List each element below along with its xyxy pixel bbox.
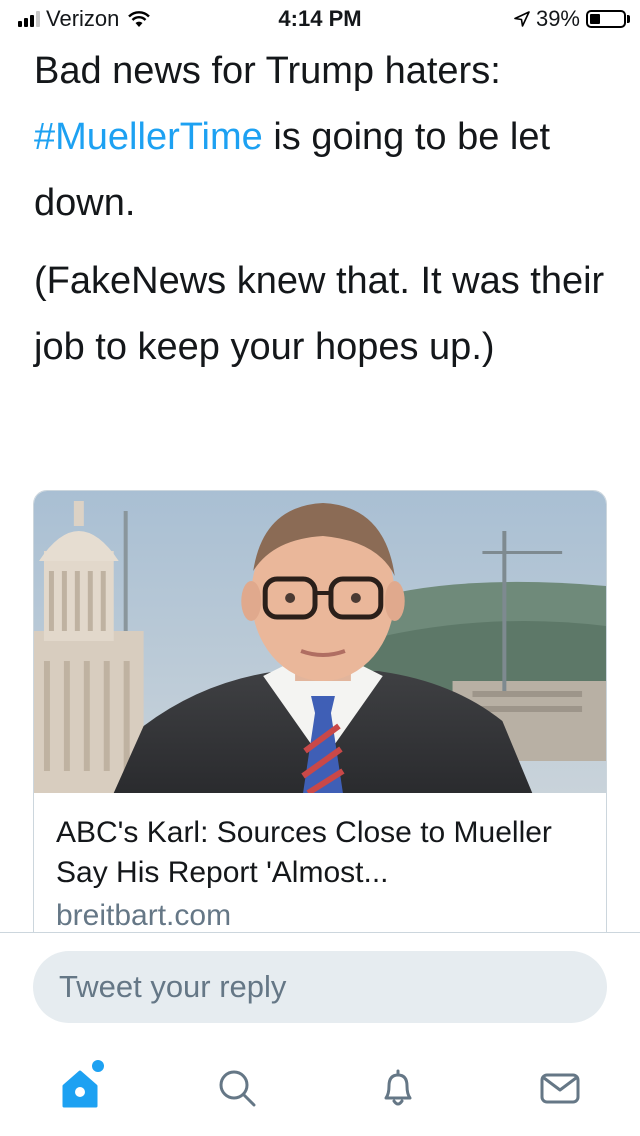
tweet-paragraph-2: (FakeNews knew that. It was their job to… [34,260,605,368]
tweet-text: Bad news for Trump haters: #MuellerTime … [34,38,614,380]
tab-search[interactable] [207,1058,267,1118]
link-preview-card[interactable]: ABC's Karl: Sources Close to Mueller Say… [33,490,607,960]
card-domain: breitbart.com [56,899,232,932]
unread-dot [92,1060,104,1072]
tab-messages[interactable] [530,1058,590,1118]
search-icon [219,1070,256,1107]
hashtag-link[interactable]: #MuellerTime [34,116,263,158]
reply-input[interactable]: Tweet your reply [33,951,607,1023]
home-icon [62,1070,98,1108]
card-title: ABC's Karl: Sources Close to Mueller Say… [56,816,552,889]
bell-icon [384,1069,412,1106]
status-bar: Verizon 4:14 PM 39% [0,0,640,40]
battery-status: 39% [514,6,630,32]
tab-home[interactable] [50,1058,110,1118]
location-arrow-icon [514,11,530,27]
card-body: ABC's Karl: Sources Close to Mueller Say… [34,793,606,933]
card-thumbnail-image [34,491,606,793]
battery-icon [586,10,626,28]
mail-icon [540,1073,580,1104]
battery-percent: 39% [535,6,580,31]
tab-notifications[interactable] [368,1058,428,1118]
tweet-paragraph-1: Bad news for Trump haters: #MuellerTime … [34,50,551,224]
tab-bar [0,1040,640,1136]
reply-bar: Tweet your reply [0,932,640,1033]
